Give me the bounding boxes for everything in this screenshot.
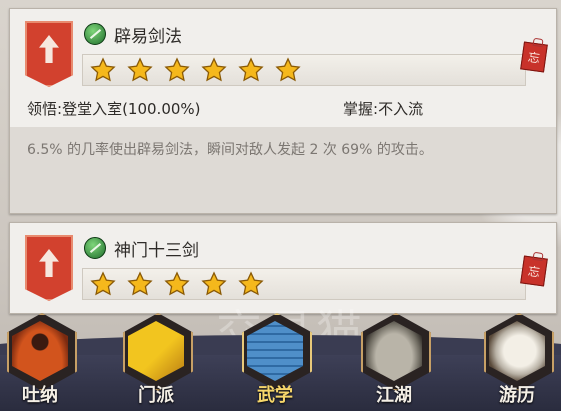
star-icon (233, 270, 269, 298)
star-icon (196, 270, 232, 298)
nav-label: 武学 (257, 385, 293, 406)
mastery-stat: 掌握:不入流 (343, 100, 424, 118)
comprehension-stat: 领悟:登堂入室(100.00%) (27, 100, 201, 118)
star-rating (82, 54, 526, 86)
star-icon (159, 56, 195, 84)
skill-type-icon (84, 23, 106, 45)
star-icon (270, 56, 306, 84)
nav-label: 游历 (499, 385, 535, 406)
forget-skill-button[interactable]: 忘 (520, 255, 548, 287)
up-arrow-icon (39, 249, 59, 277)
star-icon (122, 56, 158, 84)
nav-tab-tuna[interactable]: 吐纳 (3, 313, 77, 411)
star-icon (122, 270, 158, 298)
skill-card[interactable]: 辟易剑法 忘 领悟:登堂入室(100.00%) 掌握:不入流 6.5% 的几率使… (9, 8, 557, 214)
skill-description-panel: 6.5% 的几率使出辟易剑法，瞬间对敌人发起 2 次 69% 的攻击。 (10, 127, 556, 213)
skill-type-icon (84, 237, 106, 259)
nav-tab-jianghu[interactable]: 江湖 (357, 313, 431, 411)
upgrade-banner-icon[interactable] (25, 21, 73, 87)
nav-label: 吐纳 (22, 385, 58, 406)
skill-name: 神门十三剑 (114, 241, 199, 261)
nav-tab-menpai[interactable]: 门派 (119, 313, 193, 411)
nav-tab-youli[interactable]: 游历 (480, 313, 554, 411)
star-icon (159, 270, 195, 298)
star-icon (85, 270, 121, 298)
forget-glyph: 忘 (526, 263, 541, 280)
forget-skill-button[interactable]: 忘 (520, 41, 548, 73)
skill-description: 6.5% 的几率使出辟易剑法，瞬间对敌人发起 2 次 69% 的攻击。 (27, 142, 433, 158)
upgrade-banner-icon[interactable] (25, 235, 73, 301)
up-arrow-icon (39, 35, 59, 63)
skill-name: 辟易剑法 (114, 27, 182, 47)
nav-tab-wuxue[interactable]: 武学 (238, 313, 312, 411)
star-icon (85, 56, 121, 84)
star-icon (196, 56, 232, 84)
nav-label: 门派 (138, 385, 174, 406)
star-icon (233, 56, 269, 84)
nav-label: 江湖 (376, 385, 412, 406)
forget-glyph: 忘 (526, 49, 541, 66)
